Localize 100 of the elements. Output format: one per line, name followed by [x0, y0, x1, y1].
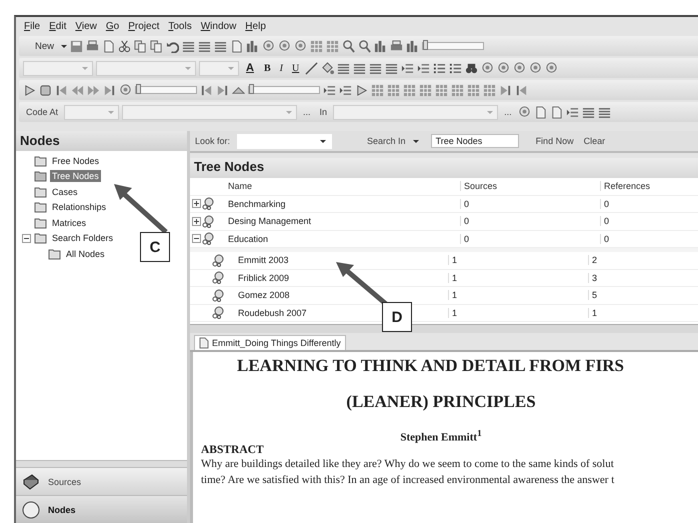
list-icon[interactable]	[433, 62, 446, 74]
slider-thumb[interactable]	[423, 40, 428, 50]
align-icon[interactable]	[598, 106, 611, 118]
expand-icon[interactable]	[192, 199, 201, 208]
skip-back-icon[interactable]	[200, 84, 213, 96]
clear-button[interactable]: Clear	[580, 136, 608, 146]
grid-icon[interactable]	[403, 84, 416, 96]
expand-icon[interactable]	[192, 216, 201, 226]
tree-item[interactable]: Matrices	[50, 216, 88, 229]
column-header[interactable]: Name	[228, 181, 460, 192]
magnifier-icon[interactable]	[342, 40, 356, 52]
zoom-slider[interactable]	[248, 86, 320, 94]
grid-icon[interactable]	[451, 84, 464, 96]
magnifier-icon[interactable]	[358, 40, 372, 52]
play-icon[interactable]	[355, 84, 368, 96]
zoom-slider[interactable]	[422, 42, 484, 50]
navigation-button[interactable]: Sources	[16, 467, 187, 495]
scissors-icon[interactable]	[118, 40, 132, 52]
skip-back-icon[interactable]	[55, 84, 68, 96]
dropdown-field[interactable]	[333, 104, 498, 120]
skip-forward-icon[interactable]	[216, 84, 229, 96]
collapse-icon[interactable]	[22, 234, 31, 243]
stop-icon[interactable]	[39, 84, 52, 96]
new-button[interactable]: New	[23, 40, 58, 52]
copy-icon[interactable]	[150, 40, 164, 52]
tree-item[interactable]: Cases	[50, 186, 80, 198]
grid-icon[interactable]	[326, 40, 340, 52]
menu-item[interactable]: Tools	[168, 20, 192, 32]
menu-item[interactable]: Help	[245, 20, 266, 32]
italic-button[interactable]: I	[276, 62, 286, 74]
search-in-field[interactable]: Tree Nodes	[430, 134, 519, 148]
menu-item[interactable]: View	[75, 20, 97, 32]
bold-button[interactable]: B	[260, 62, 274, 74]
ellipsis-button[interactable]: ...	[501, 107, 515, 117]
tree-item[interactable]: Search Folders	[50, 232, 116, 244]
navigation-button[interactable]: Nodes	[16, 495, 187, 523]
search-in-button[interactable]: Search In	[364, 136, 409, 146]
undo-icon[interactable]	[166, 40, 180, 52]
tree-item[interactable]: Tree Nodes	[50, 170, 101, 182]
tree-item[interactable]: All Nodes	[64, 248, 107, 260]
menu-item[interactable]: Window	[200, 20, 236, 32]
skip-forward-icon[interactable]	[103, 84, 116, 96]
printer-icon[interactable]	[86, 40, 100, 52]
dropdown-field[interactable]	[96, 60, 196, 76]
menu-item[interactable]: Go	[106, 20, 120, 32]
dropdown-field[interactable]	[23, 60, 93, 76]
column-header[interactable]: References	[600, 181, 698, 192]
look-for-field[interactable]	[237, 134, 332, 148]
find-now-button[interactable]: Find Now	[532, 136, 577, 146]
grid-icon[interactable]	[419, 84, 432, 96]
skip-forward-icon[interactable]	[499, 84, 512, 96]
line-icon[interactable]	[305, 62, 318, 74]
grid-icon[interactable]	[435, 84, 448, 96]
indent-icon[interactable]	[339, 84, 352, 96]
document-tab[interactable]: Emmitt_Doing Things Differently	[194, 335, 346, 350]
document-icon[interactable]	[102, 40, 116, 52]
bar-chart-icon[interactable]	[246, 40, 260, 52]
tree-item[interactable]: Free Nodes	[50, 154, 102, 167]
bar-chart-icon[interactable]	[406, 40, 420, 52]
document-icon[interactable]	[550, 106, 563, 118]
column-header[interactable]: Sources	[460, 181, 600, 192]
align-icon[interactable]	[369, 62, 382, 74]
copy-icon[interactable]	[134, 40, 148, 52]
skip-back-icon[interactable]	[515, 84, 528, 96]
dropdown-field[interactable]	[199, 60, 239, 76]
tree-item[interactable]: Relationships	[50, 201, 108, 214]
zoom-slider[interactable]	[135, 86, 197, 94]
printer-icon[interactable]	[390, 40, 404, 52]
collapse-icon[interactable]	[192, 234, 201, 244]
underline-button[interactable]: U	[288, 62, 302, 74]
menu-item[interactable]: Edit	[49, 20, 66, 32]
indent-icon[interactable]	[566, 106, 579, 118]
save-icon[interactable]	[70, 40, 84, 52]
bar-chart-icon[interactable]	[374, 40, 388, 52]
menu-item[interactable]: File	[24, 20, 40, 32]
ellipsis-button[interactable]: ...	[300, 107, 314, 117]
grid-icon[interactable]	[310, 40, 324, 52]
splitter-grip[interactable]	[16, 460, 187, 467]
font-color-button[interactable]: A	[242, 62, 258, 74]
align-icon[interactable]	[353, 62, 366, 74]
grid-icon[interactable]	[467, 84, 480, 96]
dropdown-field[interactable]	[122, 104, 298, 120]
align-icon[interactable]	[214, 40, 228, 52]
list-icon[interactable]	[449, 62, 462, 74]
indent-icon[interactable]	[417, 62, 430, 74]
dropdown-field[interactable]	[64, 104, 120, 120]
document-icon[interactable]	[230, 40, 244, 52]
align-icon[interactable]	[582, 106, 595, 118]
indent-icon[interactable]	[401, 62, 414, 74]
align-icon[interactable]	[385, 62, 398, 74]
play-icon[interactable]	[23, 84, 36, 96]
grid-icon[interactable]	[483, 84, 496, 96]
document-icon[interactable]	[534, 106, 547, 118]
indent-icon[interactable]	[323, 84, 336, 96]
align-icon[interactable]	[337, 62, 350, 74]
slider-thumb[interactable]	[136, 84, 141, 94]
align-icon[interactable]	[182, 40, 196, 52]
slider-thumb[interactable]	[249, 84, 254, 94]
binoculars-icon[interactable]	[465, 62, 478, 74]
align-icon[interactable]	[198, 40, 212, 52]
